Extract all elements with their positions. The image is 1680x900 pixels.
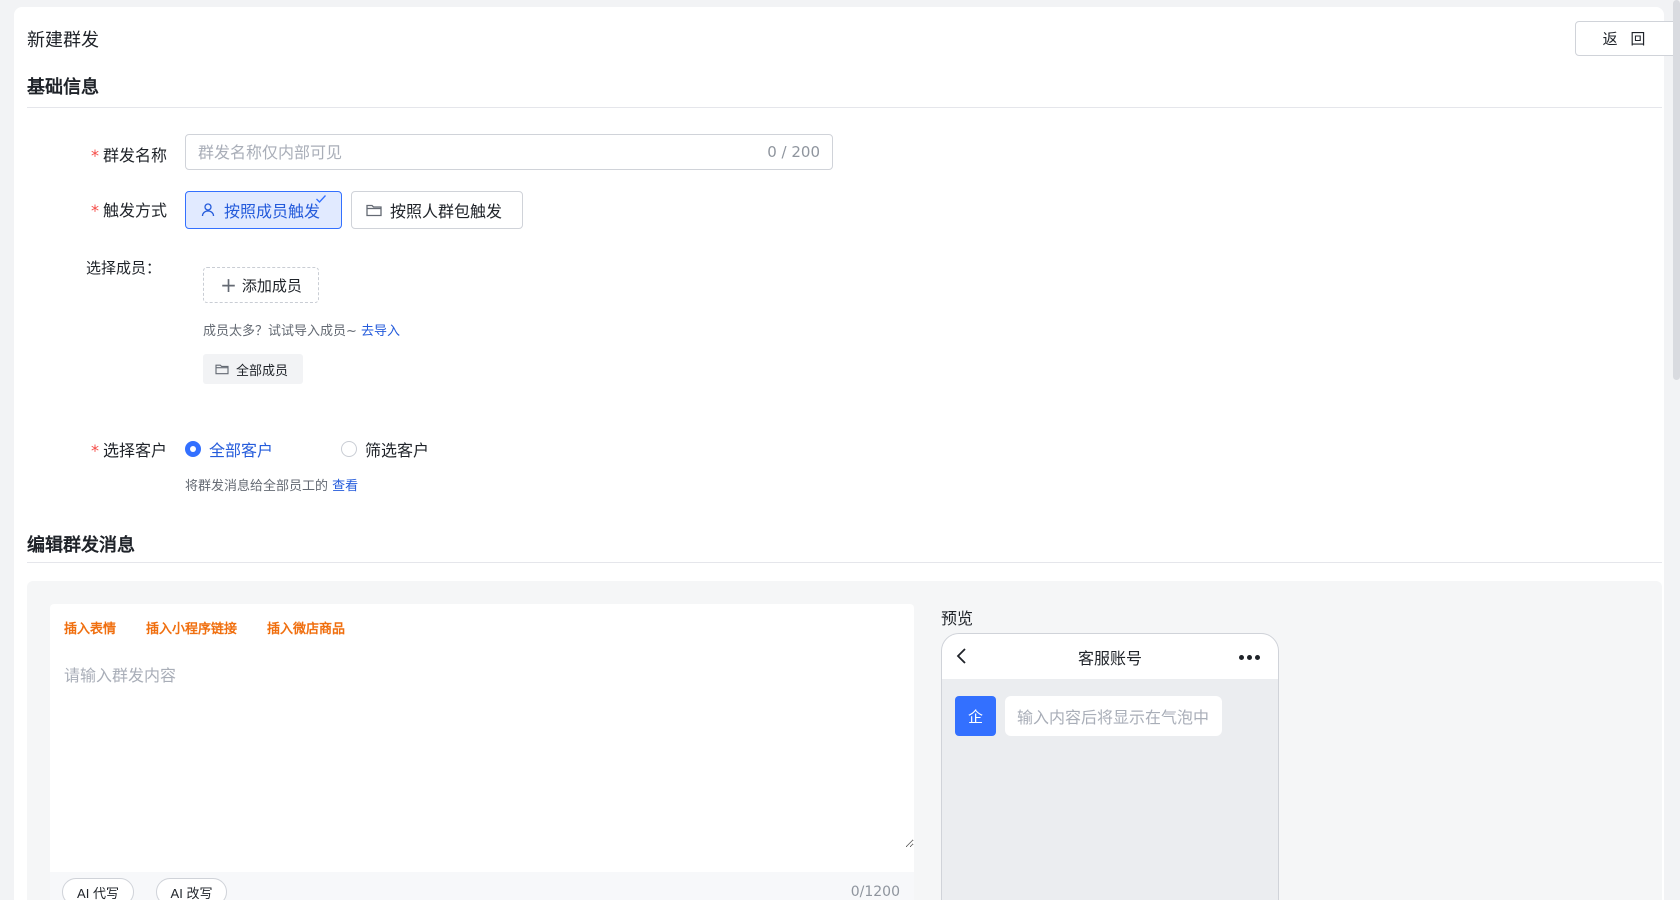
- members-hint: 成员太多？试试导入成员~ 去导入: [203, 324, 401, 339]
- editor-footer: AI 代写 AI 改写 0/1200: [50, 872, 914, 900]
- divider: [27, 562, 1662, 563]
- folder-icon: [366, 204, 382, 217]
- plus-icon: +: [220, 273, 237, 297]
- trigger-option-label: 按照人群包触发: [390, 202, 503, 221]
- name-char-count: 0 / 200: [767, 143, 820, 161]
- insert-miniprogram-button[interactable]: 插入小程序链接: [146, 618, 237, 637]
- section-title-edit: 编辑群发消息: [27, 535, 135, 556]
- customers-hint: 将群发消息给全部员工的 查看: [185, 479, 359, 494]
- message-content-input[interactable]: [50, 648, 914, 848]
- all-members-tag: 全部成员: [203, 354, 303, 384]
- members-label: 选择成员：: [86, 259, 162, 277]
- phone-preview: 客服账号 企 输入内容后将显示在气泡中: [941, 633, 1279, 900]
- add-member-label: 添加成员: [241, 276, 302, 295]
- trigger-option-member[interactable]: 按照成员触发: [185, 191, 342, 229]
- message-bubble: 输入内容后将显示在气泡中: [1005, 696, 1222, 736]
- radio-all-customers[interactable]: 全部客户: [185, 437, 273, 461]
- ai-rewrite-button[interactable]: AI 改写: [156, 878, 227, 900]
- check-icon: [316, 195, 326, 203]
- preview-label: 预览: [941, 609, 974, 628]
- avatar: 企: [955, 696, 996, 736]
- customers-label: * 选择客户: [91, 441, 168, 460]
- folder-icon: [215, 364, 229, 375]
- more-icon: [1239, 655, 1260, 660]
- back-button[interactable]: 返 回: [1575, 21, 1677, 56]
- name-input[interactable]: [186, 135, 746, 169]
- ai-write-button[interactable]: AI 代写: [62, 878, 134, 900]
- scrollbar[interactable]: [1673, 0, 1680, 380]
- import-link[interactable]: 去导入: [361, 324, 400, 339]
- divider: [27, 107, 1662, 108]
- name-label: * 群发名称: [91, 146, 168, 165]
- radio-filter-customers[interactable]: 筛选客户: [341, 437, 429, 461]
- insert-emoji-button[interactable]: 插入表情: [64, 618, 116, 637]
- section-title-basic: 基础信息: [27, 77, 99, 98]
- insert-toolbar: 插入表情 插入小程序链接 插入微店商品: [64, 618, 345, 637]
- phone-header: 客服账号: [942, 634, 1278, 679]
- add-member-button[interactable]: + 添加成员: [203, 267, 319, 303]
- view-link[interactable]: 查看: [332, 479, 358, 494]
- trigger-label: * 触发方式: [91, 201, 168, 220]
- insert-product-button[interactable]: 插入微店商品: [267, 618, 345, 637]
- name-input-wrapper[interactable]: 0 / 200: [185, 134, 833, 170]
- message-editor: 插入表情 插入小程序链接 插入微店商品 AI 代写 AI 改写 0/1200: [50, 604, 914, 900]
- trigger-option-label: 按照成员触发: [224, 202, 321, 221]
- page-title: 新建群发: [27, 30, 99, 51]
- phone-title: 客服账号: [1077, 648, 1142, 668]
- radio-dot: [185, 441, 201, 457]
- content-char-count: 0/1200: [850, 884, 900, 900]
- user-icon: [201, 203, 215, 217]
- radio-dot: [341, 441, 357, 457]
- chevron-left-icon: [956, 648, 966, 664]
- trigger-option-crowd[interactable]: 按照人群包触发: [351, 191, 523, 229]
